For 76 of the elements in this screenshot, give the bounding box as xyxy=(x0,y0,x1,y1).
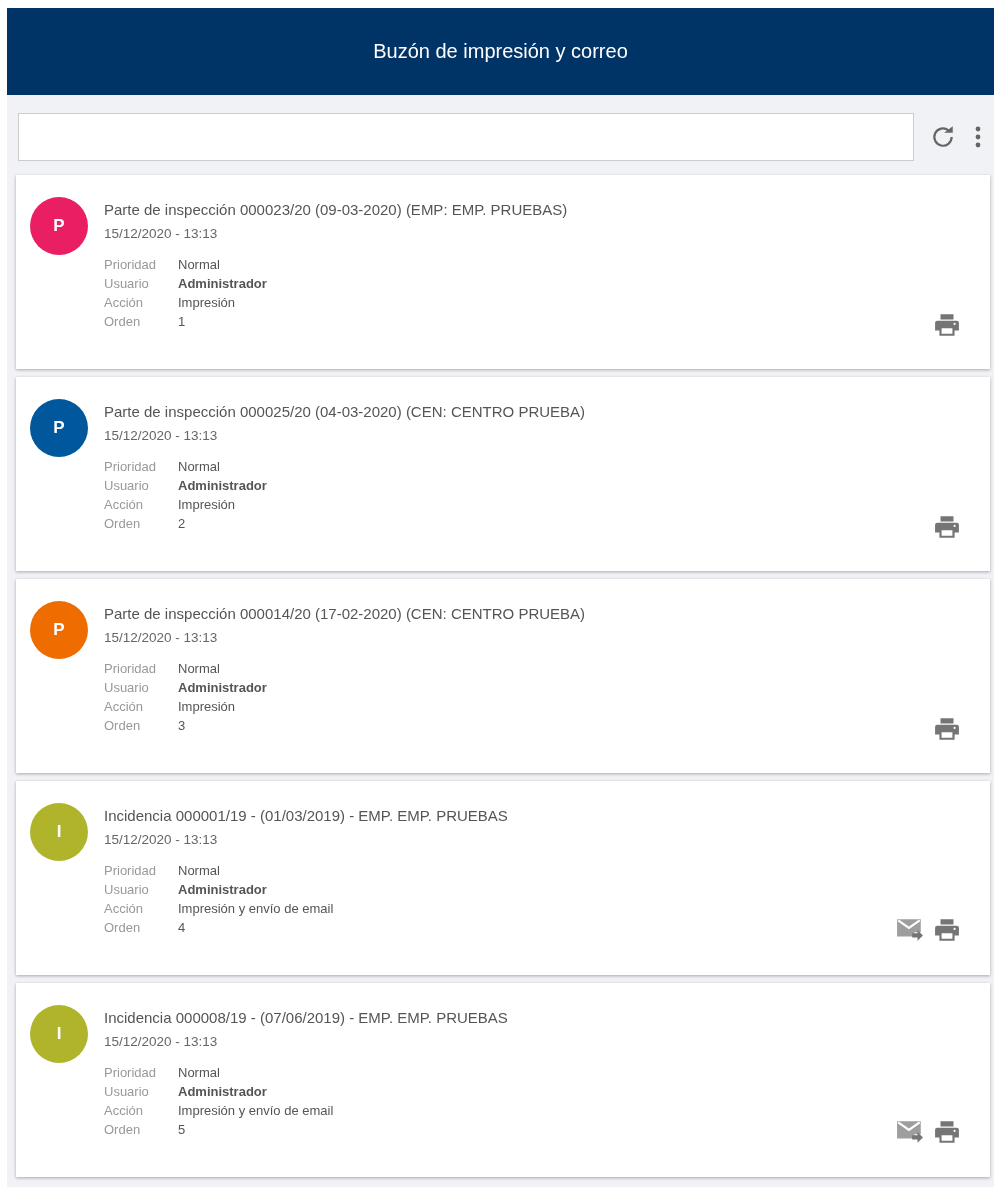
page-title: Buzón de impresión y correo xyxy=(373,40,628,63)
field-value: Normal xyxy=(178,863,221,878)
field-value: 3 xyxy=(178,718,187,733)
avatar: I xyxy=(30,1005,88,1063)
field-label: Acción xyxy=(104,295,145,310)
field-label: Acción xyxy=(104,497,145,512)
job-title: Parte de inspección 000023/20 (09-03-2020) (EMP: EMP. PRUEBAS) xyxy=(104,201,568,218)
avatar: P xyxy=(30,399,88,457)
field-label: Prioridad xyxy=(104,1065,158,1080)
avatar: P xyxy=(30,601,88,659)
field-label: Prioridad xyxy=(104,863,158,878)
envelope-arrow-icon xyxy=(896,917,924,943)
more-vertical-icon xyxy=(974,125,982,149)
refresh-icon xyxy=(930,124,956,150)
avatar: P xyxy=(30,197,88,255)
print-button[interactable] xyxy=(932,715,962,743)
field-value: Impresión y envío de email xyxy=(178,1103,335,1118)
job-title: Incidencia 000008/19 - (07/06/2019) - EMP. EMP. PRUEBAS xyxy=(104,1009,508,1026)
job-card[interactable]: P Parte de inspección 000023/20 (09-03-2020) (EMP: EMP. PRUEBAS) 15/12/2020 - 13:13 Prioridad Normal Usuario Administrador Acción Impresión Orden 1 xyxy=(16,175,990,369)
print-button[interactable] xyxy=(932,916,962,944)
field-value: 4 xyxy=(178,920,187,935)
printer-icon xyxy=(934,313,960,337)
field-value: 2 xyxy=(178,516,187,531)
job-date: 15/12/2020 - 13:13 xyxy=(104,832,219,847)
field-label: Prioridad xyxy=(104,661,158,676)
printer-icon xyxy=(934,1120,960,1144)
field-value: Impresión xyxy=(178,295,237,310)
job-date: 15/12/2020 - 13:13 xyxy=(104,226,219,241)
field-label: Usuario xyxy=(104,276,150,291)
field-value: Normal xyxy=(178,661,221,676)
job-card[interactable]: I Incidencia 000001/19 - (01/03/2019) - EMP. EMP. PRUEBAS 15/12/2020 - 13:13 Prioridad Normal Usuario Administrador Acción Impresión y envío de email Orden 4 xyxy=(16,781,990,975)
print-button[interactable] xyxy=(932,1118,962,1146)
print-button[interactable] xyxy=(932,513,962,541)
field-label: Usuario xyxy=(104,680,150,695)
field-value: Normal xyxy=(178,257,221,272)
search-field[interactable] xyxy=(18,113,914,161)
field-value: Administrador xyxy=(178,680,268,695)
field-label: Orden xyxy=(104,718,142,733)
job-card[interactable]: P Parte de inspección 000025/20 (04-03-2020) (CEN: CENTRO PRUEBA) 15/12/2020 - 13:13 Prioridad Normal Usuario Administrador Acción Impresión Orden 2 xyxy=(16,377,990,571)
field-value: Administrador xyxy=(178,882,268,897)
field-value: Impresión xyxy=(178,699,237,714)
job-date: 15/12/2020 - 13:13 xyxy=(104,428,219,443)
printer-icon xyxy=(934,515,960,539)
print-button[interactable] xyxy=(932,311,962,339)
field-label: Orden xyxy=(104,1122,142,1137)
printer-icon xyxy=(934,918,960,942)
field-label: Orden xyxy=(104,920,142,935)
field-value: 5 xyxy=(178,1122,187,1137)
job-card[interactable]: P Parte de inspección 000014/20 (17-02-2020) (CEN: CENTRO PRUEBA) 15/12/2020 - 13:13 Prioridad Normal Usuario Administrador Acción Impresión Orden 3 xyxy=(16,579,990,773)
field-label: Prioridad xyxy=(104,459,158,474)
field-value: 1 xyxy=(178,314,187,329)
field-value: Impresión xyxy=(178,497,237,512)
job-title: Parte de inspección 000014/20 (17-02-2020) (CEN: CENTRO PRUEBA) xyxy=(104,605,586,622)
envelope-arrow-icon xyxy=(896,1119,924,1145)
field-value: Normal xyxy=(178,459,221,474)
job-title: Incidencia 000001/19 - (01/03/2019) - EMP. EMP. PRUEBAS xyxy=(104,807,508,824)
field-label: Orden xyxy=(104,314,142,329)
field-label: Usuario xyxy=(104,882,150,897)
field-value: Administrador xyxy=(178,1084,268,1099)
field-label: Acción xyxy=(104,699,145,714)
field-label: Usuario xyxy=(104,478,150,493)
field-value: Administrador xyxy=(178,276,268,291)
field-value: Impresión y envío de email xyxy=(178,901,335,916)
avatar: I xyxy=(30,803,88,861)
field-value: Normal xyxy=(178,1065,221,1080)
field-label: Orden xyxy=(104,516,142,531)
job-date: 15/12/2020 - 13:13 xyxy=(104,1034,219,1049)
field-label: Acción xyxy=(104,1103,145,1118)
job-title: Parte de inspección 000025/20 (04-03-2020) (CEN: CENTRO PRUEBA) xyxy=(104,403,586,420)
job-card[interactable]: I Incidencia 000008/19 - (07/06/2019) - EMP. EMP. PRUEBAS 15/12/2020 - 13:13 Prioridad Normal Usuario Administrador Acción Impresión y envío de email Orden 5 xyxy=(16,983,990,1177)
job-date: 15/12/2020 - 13:13 xyxy=(104,630,219,645)
field-label: Prioridad xyxy=(104,257,158,272)
printer-icon xyxy=(934,717,960,741)
field-label: Acción xyxy=(104,901,145,916)
field-value: Administrador xyxy=(178,478,268,493)
field-label: Usuario xyxy=(104,1084,150,1099)
